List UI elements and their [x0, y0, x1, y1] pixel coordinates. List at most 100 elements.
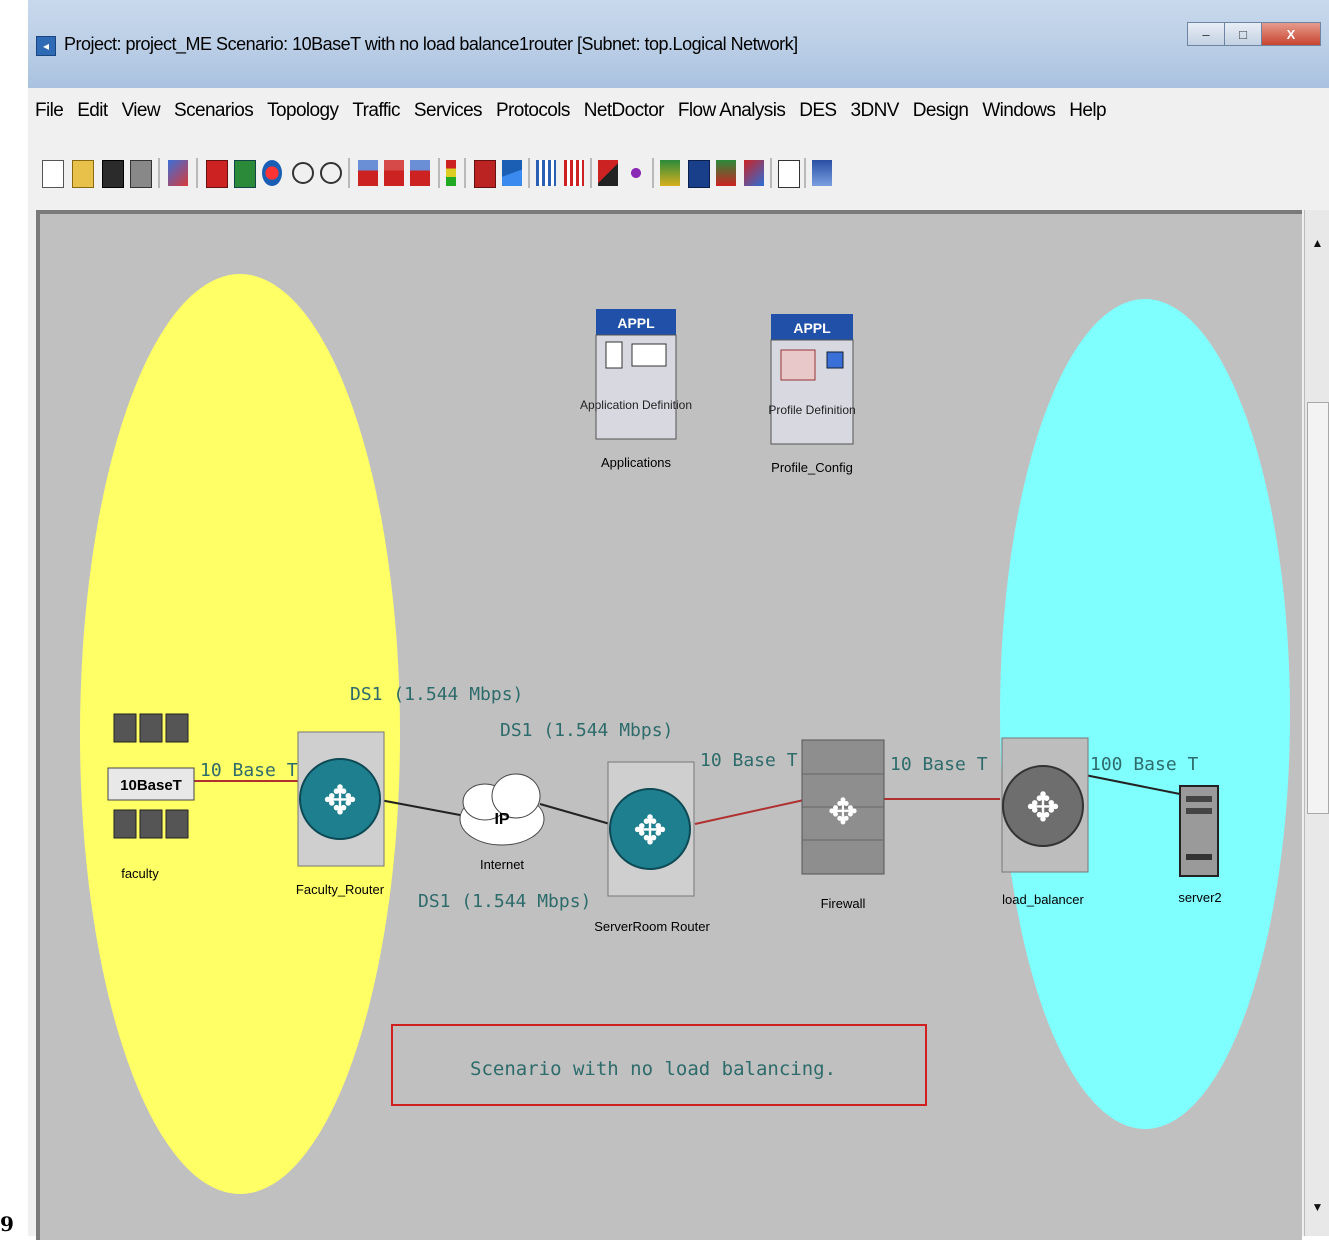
- profile-config-label: Profile_Config: [771, 460, 853, 475]
- menu-services[interactable]: Services: [407, 100, 489, 122]
- internet-label: Internet: [480, 857, 524, 872]
- firewall-node[interactable]: ✥: [801, 739, 885, 875]
- appl-body-text: Application Definition: [580, 398, 692, 412]
- toolbar-separator: [804, 158, 806, 188]
- page-number: 9: [0, 1212, 14, 1236]
- menu-edit[interactable]: Edit: [70, 100, 114, 122]
- balancer-arrows-icon: ✥: [1026, 785, 1060, 831]
- locate-icon[interactable]: [262, 160, 282, 186]
- serverroom-router-node[interactable]: ✥: [607, 761, 695, 897]
- merge-icon[interactable]: [564, 160, 584, 186]
- link-serverroom-firewall[interactable]: [694, 799, 805, 825]
- faculty-router-node[interactable]: ✥: [297, 731, 385, 867]
- close-button[interactable]: X: [1261, 22, 1321, 46]
- menu-view[interactable]: View: [115, 100, 167, 122]
- firewall-label: Firewall: [821, 896, 866, 911]
- edit-attributes-icon[interactable]: [502, 160, 522, 186]
- workstation-icon: [165, 809, 189, 839]
- load-balancer-node[interactable]: ✥: [1001, 737, 1089, 873]
- menu-flow-analysis[interactable]: Flow Analysis: [671, 100, 792, 122]
- link-label-internet-serverroom: DS1 (1.544 Mbps): [500, 720, 673, 741]
- fail-node-icon[interactable]: [446, 160, 456, 186]
- zoom-in-icon[interactable]: [292, 162, 314, 184]
- web-report-2-icon[interactable]: [812, 160, 832, 186]
- new-project-icon[interactable]: [42, 160, 64, 188]
- workstation-icon: [165, 713, 189, 743]
- scroll-down-arrow-icon[interactable]: ▼: [1305, 1194, 1329, 1220]
- workstation-icon: [139, 713, 163, 743]
- web-report-1-icon[interactable]: [778, 160, 800, 188]
- minimize-button[interactable]: –: [1187, 22, 1225, 46]
- import-traffic-2-icon[interactable]: [384, 160, 404, 186]
- log-icon[interactable]: [744, 160, 764, 186]
- toolbar-separator: [652, 158, 654, 188]
- firewall-arrows-icon: ✥: [828, 792, 858, 833]
- recover-node-icon[interactable]: [474, 160, 496, 188]
- application-config-node[interactable]: APPL Application Definition: [580, 309, 692, 440]
- toolbar-separator: [464, 158, 466, 188]
- vertical-scrollbar[interactable]: ▲ ▼: [1304, 210, 1329, 1236]
- workstation-icon: [113, 809, 137, 839]
- menu-topology[interactable]: Topology: [260, 100, 345, 122]
- menu-netdoctor[interactable]: NetDoctor: [577, 100, 671, 122]
- router-arrows-icon: ✥: [633, 808, 667, 854]
- menu-design[interactable]: Design: [906, 100, 976, 122]
- menu-bar: File Edit View Scenarios Topology Traffi…: [28, 88, 1329, 134]
- link-label-router-internet-bottom: DS1 (1.544 Mbps): [418, 891, 591, 912]
- profile-table-icon: [780, 349, 816, 381]
- toolbar-separator: [770, 158, 772, 188]
- appl-header-label: APPL: [793, 320, 831, 336]
- lan-badge-label: 10BaseT: [120, 777, 182, 794]
- applications-label: Applications: [601, 455, 672, 470]
- maximize-button[interactable]: □: [1224, 22, 1262, 46]
- link-label-faculty-router: 10 Base T: [200, 760, 298, 781]
- title-bar[interactable]: ◂ Project: project_ME Scenario: 10BaseT …: [28, 0, 1329, 88]
- application-glyph-icon: [631, 343, 667, 367]
- link-label-balancer-server: 100 Base T: [1090, 754, 1199, 775]
- scrollbar-thumb[interactable]: [1307, 402, 1329, 814]
- server2-label: server2: [1178, 890, 1221, 905]
- window-title: Project: project_ME Scenario: 10BaseT wi…: [64, 34, 798, 54]
- configure-sim-icon[interactable]: [626, 160, 646, 186]
- toolbar-separator: [590, 158, 592, 188]
- run-sim-icon[interactable]: [660, 160, 680, 186]
- save-icon[interactable]: [102, 160, 124, 188]
- flow-analysis-icon[interactable]: [598, 160, 618, 186]
- computer-icon: [826, 351, 844, 369]
- application-window: ◂ Project: project_ME Scenario: 10BaseT …: [28, 0, 1329, 1240]
- server-subnet-zone: [1000, 299, 1290, 1129]
- network-browser-icon[interactable]: [168, 160, 188, 186]
- faculty-router-label: Faculty_Router: [296, 882, 385, 897]
- router-arrows-icon: ✥: [323, 778, 357, 824]
- internet-cloud-node[interactable]: IP: [459, 773, 545, 846]
- menu-protocols[interactable]: Protocols: [489, 100, 577, 122]
- server2-node[interactable]: [1179, 785, 1219, 877]
- menu-file[interactable]: File: [28, 100, 70, 122]
- drive-slot: [1186, 854, 1212, 860]
- rapid-config-icon[interactable]: [234, 160, 256, 188]
- import-traffic-3-icon[interactable]: [410, 160, 430, 186]
- serverroom-router-label: ServerRoom Router: [594, 919, 710, 934]
- menu-scenarios[interactable]: Scenarios: [167, 100, 260, 122]
- menu-windows[interactable]: Windows: [975, 100, 1062, 122]
- menu-3dnv[interactable]: 3DNV: [844, 100, 906, 122]
- profile-body-text: Profile Definition: [768, 403, 855, 417]
- view-results-icon[interactable]: [688, 160, 710, 188]
- open-palette-icon[interactable]: [206, 160, 228, 188]
- menu-help[interactable]: Help: [1062, 100, 1113, 122]
- report-icon[interactable]: [716, 160, 736, 186]
- faculty-lan-node[interactable]: 10BaseT: [107, 713, 195, 839]
- import-traffic-1-icon[interactable]: [358, 160, 378, 186]
- link-internet-serverroom[interactable]: [539, 803, 611, 825]
- verify-links-icon[interactable]: [536, 160, 556, 186]
- print-icon[interactable]: [130, 160, 152, 188]
- menu-traffic[interactable]: Traffic: [345, 100, 407, 122]
- open-icon[interactable]: [72, 160, 94, 188]
- profile-config-node[interactable]: APPL Profile Definition: [768, 314, 856, 445]
- scroll-up-arrow-icon[interactable]: ▲: [1305, 230, 1329, 256]
- link-label-firewall-balancer: 10 Base T: [890, 754, 988, 775]
- project-workspace[interactable]: APPL Application Definition Applications…: [36, 210, 1302, 1240]
- annotation-text: Scenario with no load balancing.: [470, 1058, 836, 1080]
- zoom-out-icon[interactable]: [320, 162, 342, 184]
- menu-des[interactable]: DES: [792, 100, 843, 122]
